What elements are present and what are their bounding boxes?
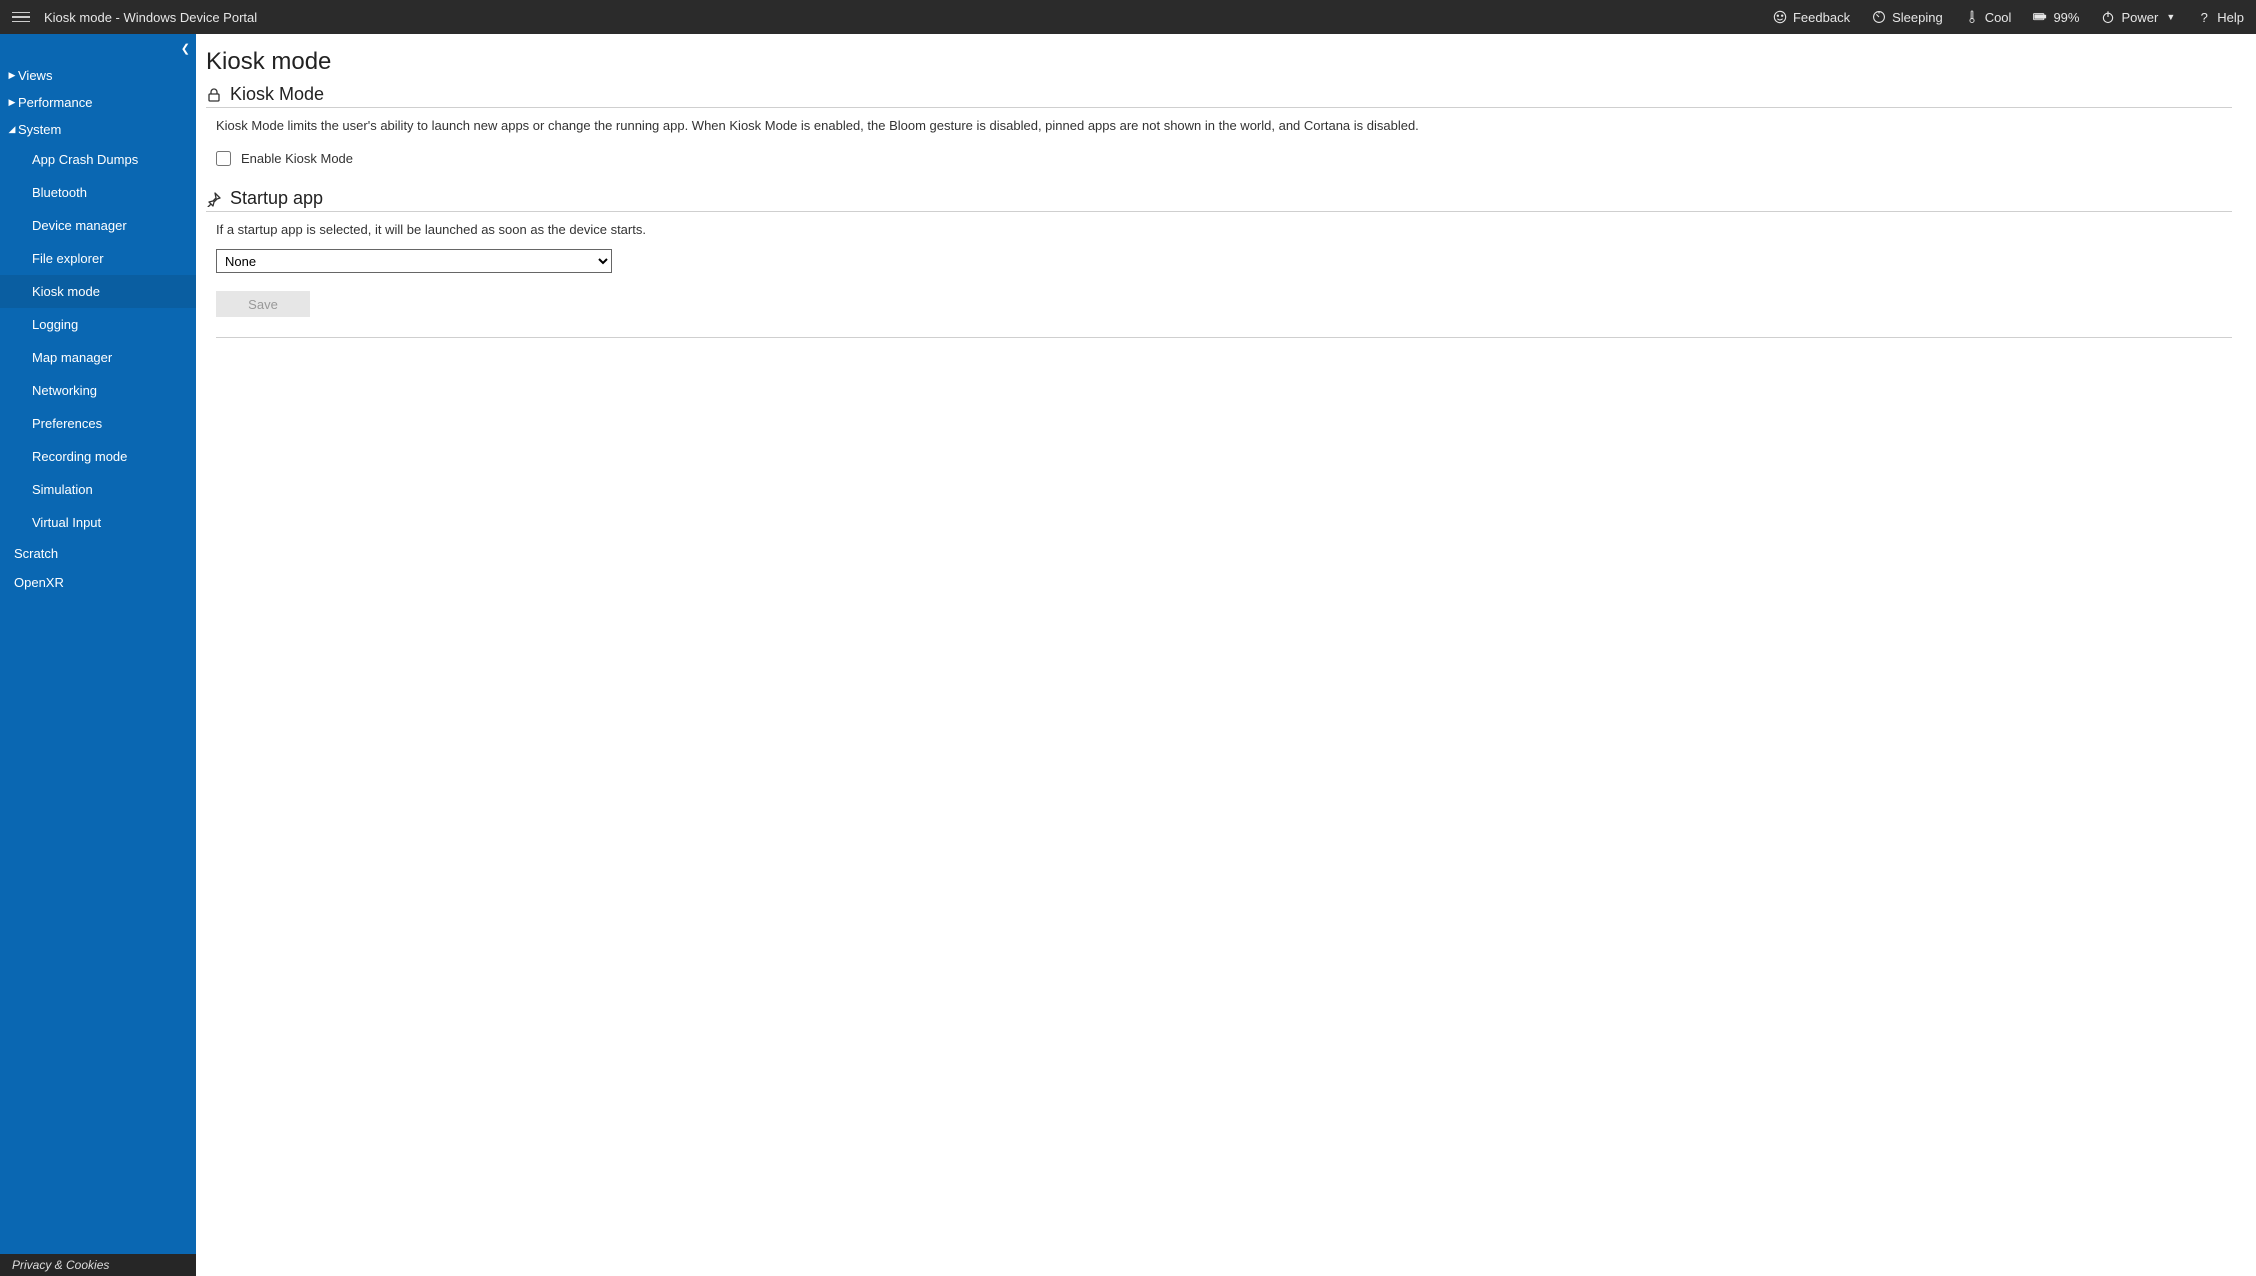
caret-right-icon: ▶	[8, 70, 16, 81]
sidebar-group-label: Views	[18, 68, 52, 83]
help-label: Help	[2217, 10, 2244, 25]
power-label: Power	[2121, 10, 2158, 25]
sidebar-group-system[interactable]: ◢ System	[0, 116, 196, 143]
privacy-cookies-link[interactable]: Privacy & Cookies	[0, 1254, 196, 1276]
sidebar: ❮ ▶ Views ▶ Performance ◢ System App Cra…	[0, 34, 196, 1276]
help-icon: ?	[2197, 10, 2211, 24]
window-title: Kiosk mode - Windows Device Portal	[44, 10, 257, 25]
sidebar-item-label: File explorer	[32, 251, 104, 266]
sidebar-item-kiosk-mode[interactable]: Kiosk mode	[0, 275, 196, 308]
main-content: Kiosk mode Kiosk Mode Kiosk Mode limits …	[196, 34, 2256, 1276]
hamburger-icon[interactable]	[12, 12, 30, 23]
section-startup-app-header: Startup app	[206, 188, 2232, 212]
battery-label: 99%	[2053, 10, 2079, 25]
enable-kiosk-mode-label: Enable Kiosk Mode	[241, 151, 353, 166]
sidebar-collapse-button[interactable]: ❮	[181, 42, 190, 55]
caret-right-icon: ▶	[8, 97, 16, 108]
sidebar-item-networking[interactable]: Networking	[0, 374, 196, 407]
divider	[216, 337, 2232, 338]
device-state-label: Sleeping	[1892, 10, 1943, 25]
feedback-icon	[1773, 10, 1787, 24]
startup-app-select[interactable]: None	[216, 249, 612, 273]
sidebar-item-label: Networking	[32, 383, 97, 398]
sidebar-item-label: OpenXR	[14, 575, 64, 590]
sidebar-item-label: Scratch	[14, 546, 58, 561]
sidebar-item-label: Recording mode	[32, 449, 127, 464]
sidebar-item-virtual-input[interactable]: Virtual Input	[0, 506, 196, 539]
footer-label: Privacy & Cookies	[12, 1258, 109, 1272]
sidebar-item-file-explorer[interactable]: File explorer	[0, 242, 196, 275]
temperature-status[interactable]: Cool	[1965, 10, 2012, 25]
sidebar-item-label: Kiosk mode	[32, 284, 100, 299]
lock-icon	[206, 87, 222, 103]
power-icon	[2101, 10, 2115, 24]
sidebar-item-label: Device manager	[32, 218, 127, 233]
sidebar-group-views[interactable]: ▶ Views	[0, 62, 196, 89]
power-menu[interactable]: Power ▼	[2101, 10, 2175, 25]
page-title: Kiosk mode	[206, 48, 2232, 76]
caret-down-icon: ◢	[8, 124, 16, 135]
sidebar-item-bluetooth[interactable]: Bluetooth	[0, 176, 196, 209]
device-state[interactable]: Sleeping	[1872, 10, 1943, 25]
battery-status[interactable]: 99%	[2033, 10, 2079, 25]
feedback-button[interactable]: Feedback	[1773, 10, 1850, 25]
enable-kiosk-mode-checkbox[interactable]	[216, 151, 231, 166]
thermometer-icon	[1965, 10, 1979, 24]
temperature-label: Cool	[1985, 10, 2012, 25]
sidebar-item-label: Preferences	[32, 416, 102, 431]
sidebar-item-map-manager[interactable]: Map manager	[0, 341, 196, 374]
sidebar-item-openxr[interactable]: OpenXR	[0, 568, 196, 597]
sleep-icon	[1872, 10, 1886, 24]
sidebar-item-label: Map manager	[32, 350, 112, 365]
sidebar-item-scratch[interactable]: Scratch	[0, 539, 196, 568]
top-app-bar: Kiosk mode - Windows Device Portal Feedb…	[0, 0, 2256, 34]
sidebar-item-logging[interactable]: Logging	[0, 308, 196, 341]
sidebar-item-label: Simulation	[32, 482, 93, 497]
section-kiosk-mode-header: Kiosk Mode	[206, 84, 2232, 108]
sidebar-group-performance[interactable]: ▶ Performance	[0, 89, 196, 116]
sidebar-item-recording-mode[interactable]: Recording mode	[0, 440, 196, 473]
pin-icon	[206, 191, 222, 207]
sidebar-group-label: System	[18, 122, 61, 137]
kiosk-mode-description: Kiosk Mode limits the user's ability to …	[216, 118, 2232, 133]
chevron-down-icon: ▼	[2166, 12, 2175, 22]
sidebar-group-label: Performance	[18, 95, 92, 110]
sidebar-item-app-crash-dumps[interactable]: App Crash Dumps	[0, 143, 196, 176]
sidebar-item-label: Logging	[32, 317, 78, 332]
sidebar-item-simulation[interactable]: Simulation	[0, 473, 196, 506]
section-title: Startup app	[230, 188, 323, 209]
sidebar-item-label: Virtual Input	[32, 515, 101, 530]
startup-app-description: If a startup app is selected, it will be…	[216, 222, 2232, 237]
section-title: Kiosk Mode	[230, 84, 324, 105]
sidebar-item-label: App Crash Dumps	[32, 152, 138, 167]
battery-icon	[2033, 10, 2047, 24]
sidebar-item-preferences[interactable]: Preferences	[0, 407, 196, 440]
sidebar-item-device-manager[interactable]: Device manager	[0, 209, 196, 242]
help-button[interactable]: ? Help	[2197, 10, 2244, 25]
save-button[interactable]: Save	[216, 291, 310, 317]
sidebar-item-label: Bluetooth	[32, 185, 87, 200]
feedback-label: Feedback	[1793, 10, 1850, 25]
